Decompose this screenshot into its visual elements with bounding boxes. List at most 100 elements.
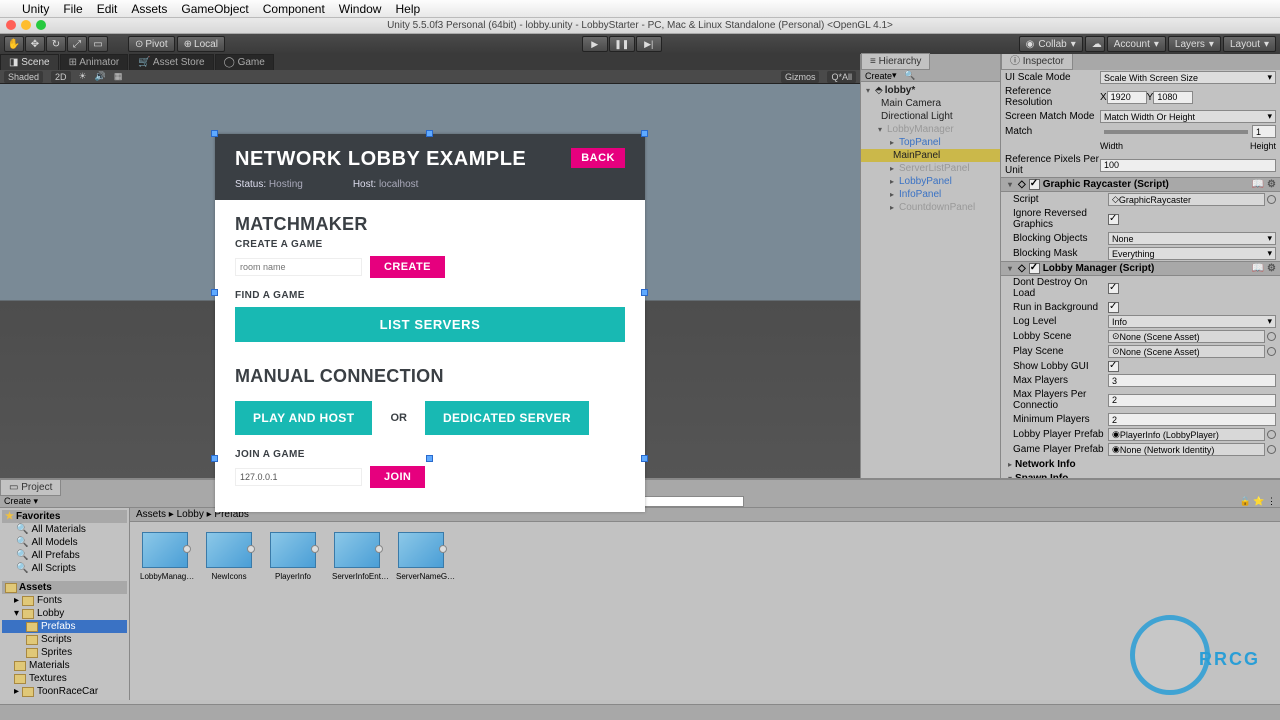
match-slider[interactable] [1104,130,1248,134]
selection-handle-icon[interactable] [211,130,218,137]
object-picker-icon[interactable] [1267,430,1276,439]
game-prefab-field[interactable]: ◉None (Network Identity) [1108,443,1265,456]
fold-icon[interactable]: ▸ [1005,460,1015,469]
menu-assets[interactable]: Assets [131,2,167,16]
ip-input[interactable] [235,468,362,486]
tree-item[interactable]: Scripts [2,633,127,646]
script-field[interactable]: ◇ GraphicRaycaster [1108,193,1265,206]
tree-item-selected[interactable]: Prefabs [2,620,127,633]
create-button[interactable]: CREATE [370,256,445,278]
tree-item[interactable]: 🔍 All Models [2,536,127,549]
max-ppc-field[interactable]: 2 [1108,394,1276,407]
fold-icon[interactable]: ▸ [887,190,897,199]
blocking-mask-dropdown[interactable]: Everything▾ [1108,247,1276,260]
tab-scene[interactable]: ◨ Scene [0,54,59,70]
tree-item[interactable]: 🔍 All Materials [2,523,127,536]
tree-item[interactable]: 🔍 All Scripts [2,562,127,575]
account-dropdown[interactable]: Account ▾ [1107,36,1166,52]
checkbox[interactable] [1108,302,1119,313]
favorites-header[interactable]: Favorites [16,511,60,522]
selection-handle-icon[interactable] [641,455,648,462]
fold-icon[interactable]: ▾ [1005,474,1015,479]
tree-item[interactable]: Materials [2,659,127,672]
gizmos-dropdown[interactable]: Gizmos [781,71,820,83]
hierarchy-item[interactable]: Main Camera [861,97,1000,110]
search-scene[interactable]: Q*All [827,71,856,83]
fold-icon[interactable]: ▸ [887,203,897,212]
selection-handle-icon[interactable] [641,289,648,296]
selection-handle-icon[interactable] [211,289,218,296]
menu-gameobject[interactable]: GameObject [181,2,248,16]
hierarchy-item[interactable]: LobbyManager [887,124,954,135]
tree-item[interactable]: Textures [2,672,127,685]
component-enabled-checkbox[interactable] [1029,263,1040,274]
cloud-icon[interactable]: ☁ [1085,36,1105,52]
match-value[interactable]: 1 [1252,125,1276,138]
section-header[interactable]: Network Info [1015,459,1076,470]
menu-file[interactable]: File [63,2,82,16]
scale-tool-icon[interactable]: ⤢ [67,36,87,52]
pause-button-icon[interactable]: ❚❚ [609,36,635,52]
back-button[interactable]: BACK [571,148,625,168]
fold-icon[interactable]: ▸ [887,138,897,147]
log-level-dropdown[interactable]: Info▾ [1108,315,1276,328]
tab-hierarchy[interactable]: ≡ Hierarchy [861,53,930,70]
tree-item[interactable]: ▾ Lobby [2,607,127,620]
move-tool-icon[interactable]: ✥ [25,36,45,52]
layers-dropdown[interactable]: Layers ▾ [1168,36,1221,52]
selection-handle-icon[interactable] [426,130,433,137]
tree-item[interactable]: Sprites [2,646,127,659]
lobby-prefab-field[interactable]: ◉PlayerInfo (LobbyPlayer) [1108,428,1265,441]
play-button-icon[interactable]: ▶ [582,36,608,52]
hierarchy-item-selected[interactable]: MainPanel [893,150,940,161]
fold-icon[interactable]: ▸ [887,177,897,186]
play-scene-field[interactable]: ⊙None (Scene Asset) [1108,345,1265,358]
menu-unity[interactable]: Unity [22,2,49,16]
menu-window[interactable]: Window [339,2,382,16]
hierarchy-create-dropdown[interactable]: Create [865,71,892,81]
hierarchy-item[interactable]: TopPanel [899,137,941,148]
fold-icon[interactable]: ▾ [1005,264,1015,273]
tree-item[interactable]: 🔍 All Prefabs [2,549,127,562]
match-mode-dropdown[interactable]: Match Width Or Height▾ [1100,110,1276,123]
checkbox[interactable] [1108,361,1119,372]
rect-tool-icon[interactable]: ▭ [88,36,108,52]
list-servers-button[interactable]: LIST SERVERS [235,307,625,342]
checkbox[interactable] [1108,283,1119,294]
scene-viewport[interactable]: NETWORK LOBBY EXAMPLE BACK Status: Hosti… [0,84,860,478]
layout-dropdown[interactable]: Layout ▾ [1223,36,1276,52]
selection-handle-icon[interactable] [641,130,648,137]
rotate-tool-icon[interactable]: ↻ [46,36,66,52]
asset-item[interactable]: PlayerInfo [268,532,318,581]
min-players-field[interactable]: 2 [1108,413,1276,426]
fold-icon[interactable]: ▾ [875,125,885,134]
help-icon[interactable]: 📖 [1252,179,1264,190]
hierarchy-item[interactable]: LobbyPanel [899,176,952,187]
menu-component[interactable]: Component [263,2,325,16]
asset-item[interactable]: ServerInfoEnt… [332,532,382,581]
asset-item[interactable]: LobbyManag… [140,532,190,581]
tree-item[interactable]: ▸ Fonts [2,594,127,607]
tab-game[interactable]: ◯ Game [215,54,274,70]
help-icon[interactable]: 📖 [1252,263,1264,274]
section-header[interactable]: Spawn Info [1015,473,1068,479]
tab-project[interactable]: ▭ Project [0,479,61,496]
play-and-host-button[interactable]: PLAY AND HOST [235,401,372,435]
tree-item[interactable]: ▸ ToonRaceCar [2,685,127,698]
scene-name[interactable]: lobby* [885,85,916,96]
ignore-reversed-checkbox[interactable] [1108,214,1119,225]
ref-res-x[interactable]: 1920 [1107,91,1147,104]
component-enabled-checkbox[interactable] [1029,179,1040,190]
selection-handle-icon[interactable] [211,455,218,462]
dedicated-server-button[interactable]: DEDICATED SERVER [425,401,589,435]
local-toggle[interactable]: ⊕ Local [177,36,225,52]
shading-dropdown[interactable]: Shaded [4,71,43,83]
selection-handle-icon[interactable] [426,455,433,462]
hierarchy-item[interactable]: CountdownPanel [899,202,975,213]
fold-icon[interactable]: ▾ [1005,180,1015,189]
object-picker-icon[interactable] [1267,195,1276,204]
hierarchy-item[interactable]: Directional Light [861,110,1000,123]
light-icon[interactable]: ☀ [79,71,87,82]
audio-icon[interactable]: 🔊 [95,71,106,82]
hierarchy-item[interactable]: ServerListPanel [899,163,970,174]
